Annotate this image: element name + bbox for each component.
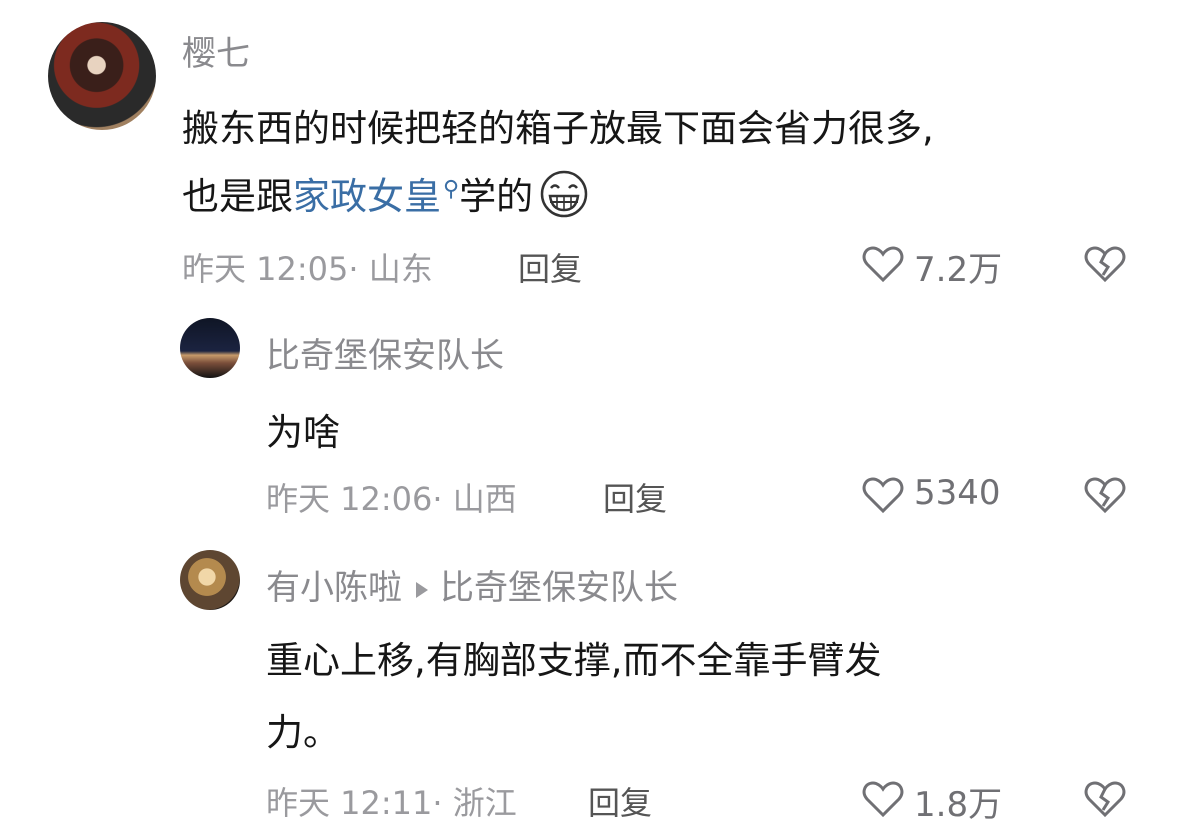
reply-to-author[interactable]: 比奇堡保安队长 bbox=[440, 568, 678, 608]
comment-text: 搬东西的时候把轻的箱子放最下面会省力很多, bbox=[182, 107, 934, 150]
reply-button[interactable]: 回复 bbox=[603, 474, 667, 520]
search-link-label[interactable]: 家政女皇 bbox=[293, 175, 441, 218]
dislike-icon[interactable] bbox=[1084, 245, 1126, 283]
heart-icon[interactable] bbox=[862, 245, 904, 283]
comment-text-line2: 也是跟家政女皇⚲学的 bbox=[182, 166, 589, 220]
like-count: 7.2万 bbox=[914, 250, 1003, 290]
avatar[interactable] bbox=[180, 318, 240, 378]
like-count: 5340 bbox=[914, 473, 1001, 513]
comment-author[interactable]: 比奇堡保安队长 bbox=[266, 328, 504, 377]
reply-button[interactable]: 回复 bbox=[588, 778, 652, 824]
dislike-icon[interactable] bbox=[1084, 476, 1126, 514]
reply-arrow-icon bbox=[416, 581, 428, 598]
heart-icon[interactable] bbox=[862, 780, 904, 818]
comment-author[interactable]: 有小陈啦 bbox=[266, 568, 402, 608]
comment-text-line2: 力。 bbox=[266, 711, 340, 754]
grinning-face-emoji bbox=[540, 170, 588, 218]
comment-meta: 昨天 12:11· 浙江 bbox=[266, 784, 517, 822]
search-link[interactable]: 家政女皇⚲ bbox=[293, 175, 459, 218]
reply-header: 有小陈啦 比奇堡保安队长 bbox=[266, 560, 678, 609]
dislike-icon[interactable] bbox=[1084, 780, 1126, 818]
comment-text: 为啥 bbox=[266, 411, 340, 454]
comment-meta: 昨天 12:05· 山东 bbox=[182, 250, 433, 288]
reply-button[interactable]: 回复 bbox=[518, 244, 582, 290]
comment-meta: 昨天 12:06· 山西 bbox=[266, 480, 517, 518]
comment-text-prefix: 也是跟 bbox=[182, 175, 293, 218]
search-icon[interactable]: ⚲ bbox=[443, 177, 459, 202]
avatar[interactable] bbox=[180, 550, 240, 610]
heart-icon[interactable] bbox=[862, 476, 904, 514]
comment-text-suffix: 学的 bbox=[459, 175, 534, 218]
comment-author[interactable]: 樱七 bbox=[182, 26, 250, 75]
like-count: 1.8万 bbox=[914, 785, 1003, 825]
comment-text: 重心上移,有胸部支撑,而不全靠手臂发 bbox=[266, 639, 882, 682]
avatar[interactable] bbox=[48, 22, 156, 130]
